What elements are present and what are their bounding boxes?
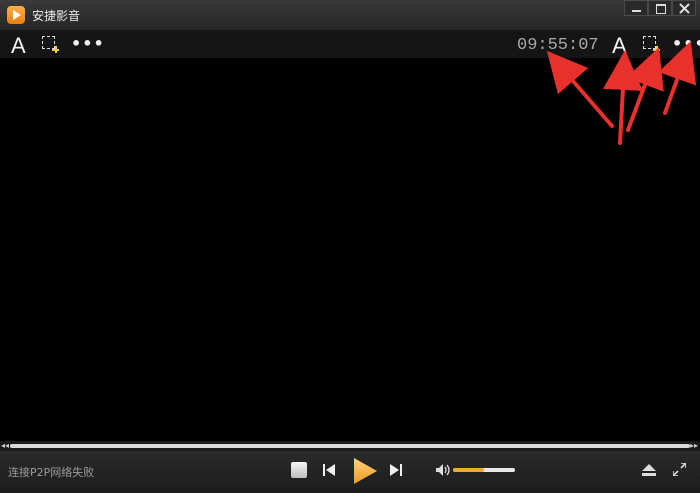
title-bar: 安捷影音: [0, 0, 700, 31]
arrow-to-font: [602, 50, 643, 145]
seek-forward-icon[interactable]: ▸▸: [690, 441, 698, 451]
screenshot-icon[interactable]: [643, 36, 660, 53]
minimize-button[interactable]: [624, 0, 648, 16]
volume-slider[interactable]: [453, 468, 515, 472]
seek-bar[interactable]: ◂◂ ▸▸: [0, 441, 700, 451]
volume-level: [453, 468, 484, 472]
seek-track[interactable]: [10, 444, 690, 448]
play-icon[interactable]: [351, 456, 379, 486]
seek-back-icon[interactable]: ◂◂: [1, 441, 9, 451]
close-button[interactable]: [672, 0, 696, 16]
annotation-arrows: [546, 41, 697, 145]
more-icon[interactable]: •••: [71, 34, 105, 53]
previous-icon[interactable]: [323, 464, 335, 476]
more-icon[interactable]: •••: [672, 34, 700, 53]
screenshot-icon[interactable]: [42, 36, 59, 53]
arrow-to-more: [658, 41, 697, 115]
app-logo-icon[interactable]: [7, 6, 25, 24]
fullscreen-icon[interactable]: [673, 463, 686, 476]
clock-display: 09:55:07: [517, 36, 599, 55]
font-icon[interactable]: A: [11, 33, 26, 59]
arrow-to-screenshot: [626, 47, 664, 132]
status-text: 连接P2P网络失败: [8, 466, 95, 479]
volume-icon[interactable]: [436, 464, 452, 476]
font-icon[interactable]: A: [612, 33, 627, 59]
window-title: 安捷影音: [32, 9, 81, 23]
eject-icon[interactable]: [642, 464, 656, 476]
maximize-button[interactable]: [648, 0, 672, 16]
arrow-to-clock: [546, 50, 614, 128]
overlay-toolbar: A ••• 09:55:07 A •••: [0, 31, 700, 58]
control-bar: 连接P2P网络失败: [0, 451, 700, 493]
close-icon: [679, 3, 690, 14]
next-icon[interactable]: [390, 464, 402, 476]
stop-icon[interactable]: [291, 462, 307, 478]
